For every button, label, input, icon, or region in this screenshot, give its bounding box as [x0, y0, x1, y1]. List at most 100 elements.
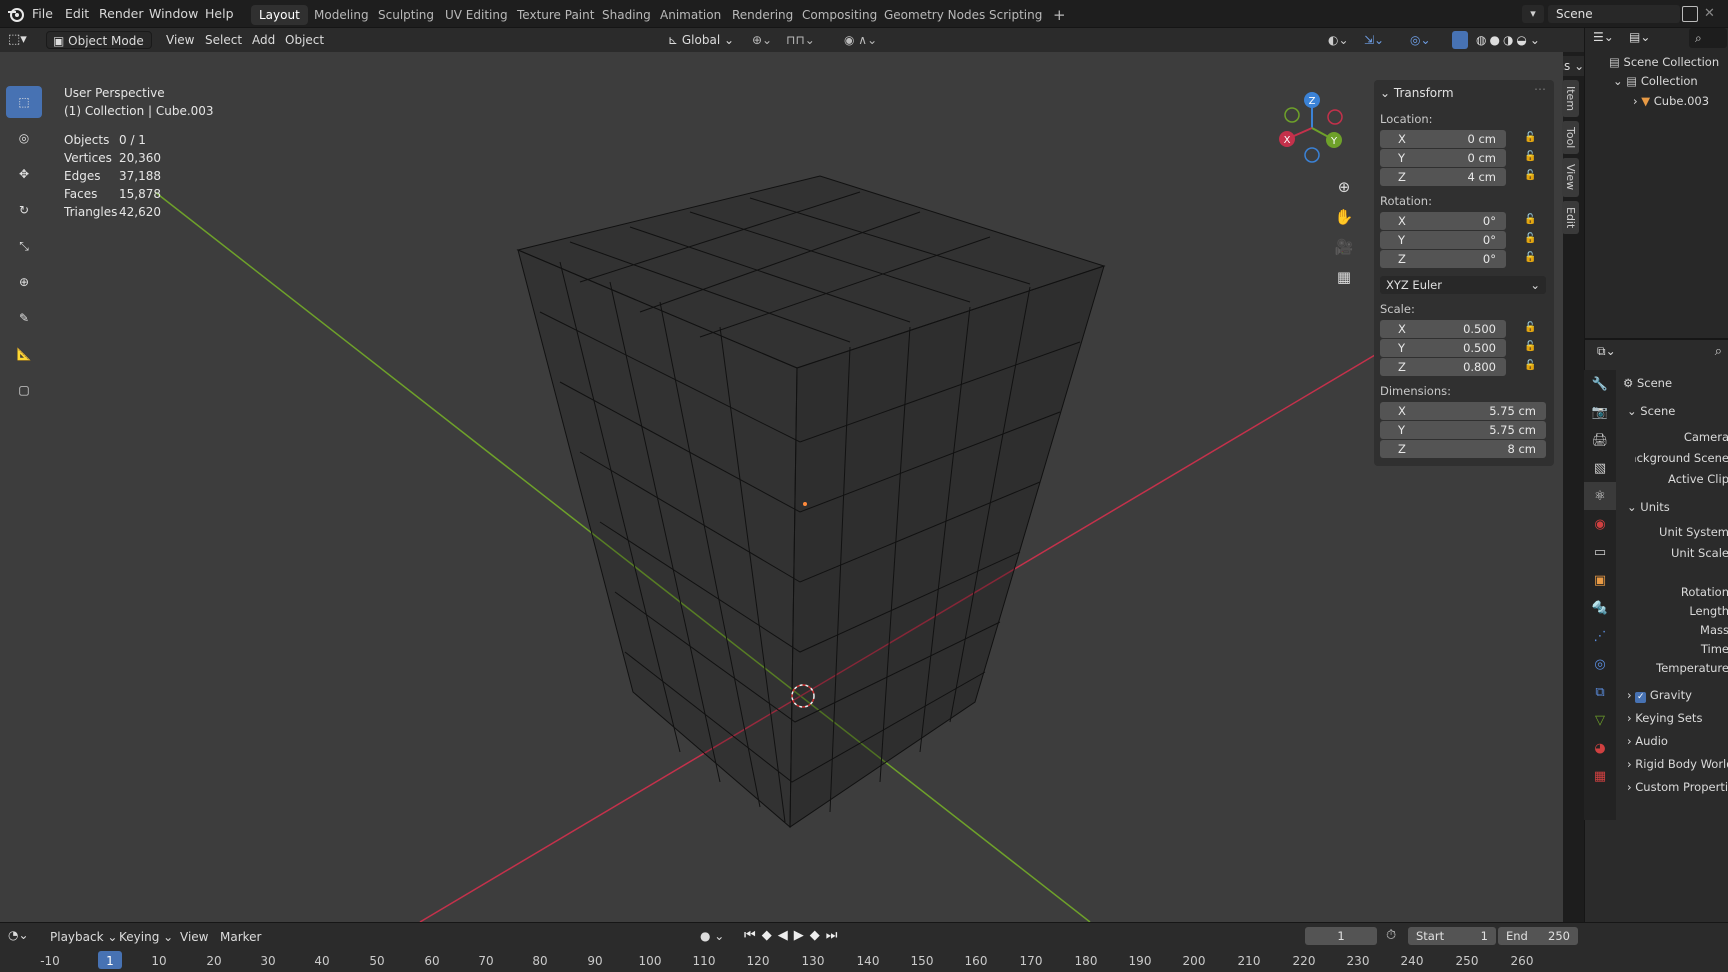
tab-item[interactable]: Item	[1562, 80, 1579, 118]
orientation-dropdown[interactable]: ⊾ Global ⌄	[668, 31, 734, 49]
lock-icon[interactable]: 🔓	[1524, 132, 1536, 143]
section-keying-sets[interactable]: › Keying Sets	[1627, 711, 1702, 725]
lock-icon[interactable]: 🔓	[1524, 170, 1536, 181]
navigation-gizmo[interactable]: Z X Y	[1272, 88, 1352, 168]
pan-hand-icon[interactable]: ✋	[1332, 202, 1356, 232]
section-scene[interactable]: ⌄ Scene	[1627, 404, 1675, 418]
menu-window[interactable]: Window	[149, 5, 198, 23]
jump-end-icon[interactable]: ⏭	[826, 928, 844, 943]
play-reverse-icon[interactable]: ◀	[778, 928, 794, 943]
tab-animation[interactable]: Animation	[652, 5, 729, 25]
header-add-menu[interactable]: Add	[252, 31, 275, 49]
constraints-props-icon[interactable]: ⧉	[1584, 678, 1616, 706]
timeline-view-menu[interactable]: View	[180, 930, 208, 944]
transform-header[interactable]: ⌄ Transform	[1380, 86, 1454, 100]
camera-view-icon[interactable]: 🎥	[1332, 232, 1356, 262]
menu-file[interactable]: File	[32, 5, 53, 23]
lock-icon[interactable]: 🔓	[1524, 233, 1536, 244]
drag-handle-icon[interactable]: ⋯	[1534, 82, 1546, 96]
outliner-object-cube[interactable]: › ▼ Cube.003	[1633, 94, 1709, 108]
header-object-menu[interactable]: Object	[285, 31, 324, 49]
tab-sculpting[interactable]: Sculpting	[370, 5, 442, 25]
properties-editor-type-icon[interactable]: ⧉⌄	[1597, 344, 1616, 359]
outliner-scene-collection[interactable]: ▤ Scene Collection	[1609, 55, 1719, 69]
dimension-y-field[interactable]: Y 5.75 cm	[1380, 421, 1546, 439]
header-select-menu[interactable]: Select	[205, 31, 242, 49]
output-props-icon[interactable]: 🖨	[1584, 426, 1616, 454]
lock-icon[interactable]: 🔓	[1524, 322, 1536, 333]
add-cube-tool-icon[interactable]: ▢	[6, 374, 42, 406]
outliner-filter-icon[interactable]: ▤⌄	[1629, 30, 1650, 44]
transform-tool-icon[interactable]: ⊕	[6, 266, 42, 298]
gravity-checkbox[interactable]: ✓	[1635, 692, 1647, 703]
measure-tool-icon[interactable]: 📐	[6, 338, 42, 370]
ortho-grid-icon[interactable]: ▦	[1332, 262, 1356, 292]
marker-menu[interactable]: Marker	[220, 930, 261, 944]
lock-icon[interactable]: 🔓	[1524, 341, 1536, 352]
shading-modes-icon[interactable]: ◍●◑◒⌄	[1476, 31, 1543, 49]
tab-geometry-nodes[interactable]: Geometry Nodes	[876, 5, 993, 25]
object-props-icon[interactable]: ▣	[1584, 566, 1616, 594]
modifier-props-icon[interactable]: 🔩	[1584, 594, 1616, 622]
scale-tool-icon[interactable]: ⤡	[6, 230, 42, 262]
render-props-icon[interactable]: 📷	[1584, 398, 1616, 426]
tab-edit[interactable]: Edit	[1562, 200, 1579, 234]
tab-compositing[interactable]: Compositing	[794, 5, 885, 25]
location-y-field[interactable]: Y0 cm	[1380, 149, 1506, 167]
mode-dropdown[interactable]: ▣ Object Mode⌄	[46, 31, 152, 66]
menu-help[interactable]: Help	[205, 5, 234, 23]
tool-props-icon[interactable]: 🔧	[1584, 370, 1616, 398]
outliner-collection[interactable]: ⌄ ▤ Collection	[1613, 74, 1698, 88]
keying-menu[interactable]: Keying ⌄	[119, 930, 173, 944]
prev-keyframe-icon[interactable]: ◆	[762, 928, 778, 943]
auto-key-record-icon[interactable]: ● ⌄	[700, 929, 724, 943]
tab-shading[interactable]: Shading	[594, 5, 659, 25]
section-custom-properties[interactable]: › Custom Properties	[1627, 780, 1728, 794]
annotate-tool-icon[interactable]: ✎	[6, 302, 42, 334]
current-frame-field[interactable]: 1	[1305, 927, 1377, 945]
tab-scripting[interactable]: Scripting	[981, 5, 1050, 25]
proportional-edit-icon[interactable]: ◉ ∧⌄	[844, 31, 877, 49]
dimension-z-field[interactable]: Z8 cm	[1380, 440, 1546, 458]
section-audio[interactable]: › Audio	[1627, 734, 1668, 748]
close-icon[interactable]: ✕	[1704, 5, 1720, 23]
menu-render[interactable]: Render	[99, 5, 144, 23]
next-keyframe-icon[interactable]: ◆	[810, 928, 826, 943]
gizmo-toggle-icon[interactable]: ⇲⌄	[1364, 31, 1384, 49]
header-view-menu[interactable]: View	[166, 31, 194, 49]
tab-tool[interactable]: Tool	[1562, 121, 1579, 155]
add-workspace-button[interactable]: +	[1045, 5, 1074, 25]
section-gravity[interactable]: › ✓ Gravity	[1627, 688, 1692, 703]
playback-menu[interactable]: Playback ⌄	[50, 930, 117, 944]
select-box-tool-icon[interactable]: ⬚	[6, 86, 42, 118]
material-props-icon[interactable]: ◕	[1584, 734, 1616, 762]
blender-logo-icon[interactable]	[6, 4, 26, 24]
3d-viewport[interactable]	[0, 52, 1563, 922]
view-layer-props-icon[interactable]: ▧	[1584, 454, 1616, 482]
start-frame-field[interactable]: Start 1	[1408, 927, 1496, 945]
timeline-editor-type-icon[interactable]: ◔⌄	[8, 928, 29, 942]
collection-props-icon[interactable]: ▭	[1584, 538, 1616, 566]
scene-name-field[interactable]: Scene	[1548, 5, 1680, 23]
rotation-y-field[interactable]: Y 0°	[1380, 231, 1506, 249]
section-rigid-body-world[interactable]: › Rigid Body World	[1627, 757, 1728, 771]
location-x-field[interactable]: X0 cm	[1380, 130, 1506, 148]
scale-z-field[interactable]: Z 0.800	[1380, 358, 1506, 376]
lock-icon[interactable]: 🔓	[1524, 151, 1536, 162]
scene-props-icon[interactable]: ⚛	[1584, 482, 1616, 510]
play-icon[interactable]: ▶	[794, 928, 810, 943]
tab-texture-paint[interactable]: Texture Paint	[509, 5, 602, 25]
outliner-display-mode-icon[interactable]: ☰⌄	[1593, 30, 1614, 44]
new-scene-icon[interactable]	[1682, 6, 1698, 22]
tab-rendering[interactable]: Rendering	[724, 5, 801, 25]
menu-edit[interactable]: Edit	[65, 5, 89, 23]
particles-props-icon[interactable]: ⋰	[1584, 622, 1616, 650]
scale-y-field[interactable]: Y 0.500	[1380, 339, 1506, 357]
rotation-z-field[interactable]: Z 0°	[1380, 250, 1506, 268]
snap-icon[interactable]: ⊓⊓⌄	[786, 31, 815, 49]
location-z-field[interactable]: Z4 cm	[1380, 168, 1506, 186]
section-units[interactable]: ⌄ Units	[1627, 500, 1670, 514]
rotation-mode-dropdown[interactable]: XYZ Euler ⌄	[1380, 276, 1546, 294]
tab-view[interactable]: View	[1562, 158, 1579, 197]
dimension-x-field[interactable]: X 5.75 cm	[1380, 402, 1546, 420]
